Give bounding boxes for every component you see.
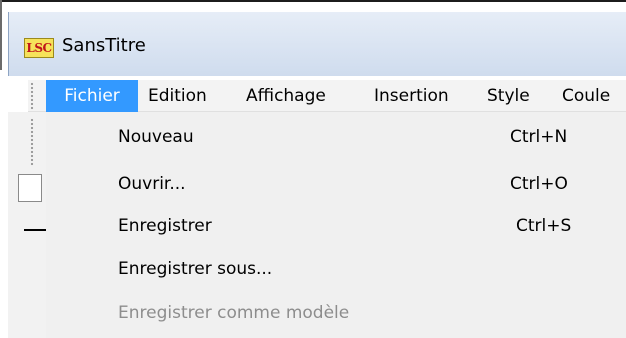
toolbar-grip-handle[interactable] — [30, 118, 34, 166]
shortcut-nouveau: Ctrl+N — [510, 127, 568, 147]
application-window: LSC SansTitre Fichier Edition Affichage … — [0, 0, 626, 338]
app-logo-icon: LSC — [24, 38, 54, 58]
window-frame-left — [0, 0, 2, 70]
menu-item-ouvrir[interactable]: Ouvrir... — [118, 174, 186, 194]
shortcut-ouvrir: Ctrl+O — [510, 174, 568, 194]
menu-item-nouveau[interactable]: Nouveau — [118, 127, 194, 147]
menu-affichage[interactable]: Affichage — [246, 80, 326, 112]
menu-insertion[interactable]: Insertion — [374, 80, 449, 112]
window-title: SansTitre — [62, 35, 146, 56]
menu-item-enregistrer-sous[interactable]: Enregistrer sous... — [118, 259, 272, 279]
menu-item-enregistrer[interactable]: Enregistrer — [118, 216, 212, 236]
menu-style[interactable]: Style — [487, 80, 530, 112]
menubar-grip-handle[interactable] — [30, 82, 34, 110]
window-frame-top — [0, 0, 626, 12]
menu-fichier[interactable]: Fichier — [46, 80, 138, 112]
menu-couleur[interactable]: Coule — [562, 80, 610, 112]
toolbar-strip — [8, 112, 46, 338]
menu-edition[interactable]: Edition — [148, 80, 207, 112]
shortcut-enregistrer: Ctrl+S — [516, 216, 572, 236]
document-edge-line — [24, 229, 46, 231]
toolbar-control-box[interactable] — [18, 174, 42, 202]
menu-item-enregistrer-modele: Enregistrer comme modèle — [118, 303, 350, 323]
file-menu-icon-gutter — [46, 112, 98, 338]
